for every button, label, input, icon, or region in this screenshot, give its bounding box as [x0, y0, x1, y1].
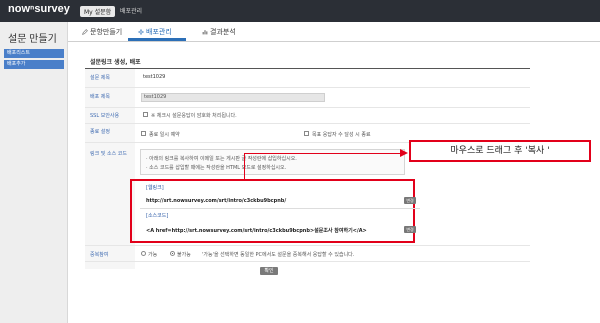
link-divider: [140, 208, 420, 209]
duplicate-help-text: '가능'을 선택하면 동일한 PC에서도 설문을 중복해서 응답할 수 있습니다…: [202, 252, 355, 258]
row-divider: [85, 261, 530, 262]
pencil-icon: [82, 29, 88, 35]
annotation-arrow-stem: [244, 153, 245, 180]
sidebar-title: 설문 만들기: [8, 34, 57, 45]
section-divider: [85, 68, 530, 69]
web-link-url[interactable]: http://srt.nowsurvey.com/srt/intro/c3ckb…: [146, 198, 286, 204]
section-title: 설문링크 생성, 배포: [90, 59, 141, 66]
duplicate-deny-radio[interactable]: [170, 251, 175, 256]
tab-label: 결과분석: [210, 28, 236, 36]
ssl-label: SSL 보안사용: [90, 113, 120, 119]
row-divider: [85, 245, 530, 246]
end-target-label: 목표 응답자 수 달성 시 종료: [312, 132, 371, 138]
duplicate-allow-label: 가능: [148, 252, 158, 258]
tab-label: 배포관리: [146, 28, 172, 36]
deploy-title-input[interactable]: test1029: [141, 93, 325, 102]
survey-title-value: test1029: [143, 74, 166, 80]
source-code-text[interactable]: <A href=http://srt.nowsurvey.com/srt/int…: [146, 227, 367, 234]
network-icon: [138, 29, 144, 35]
confirm-button[interactable]: 확인: [260, 267, 278, 275]
change-source-button[interactable]: 변경: [404, 226, 416, 233]
tab-result-analysis[interactable]: 결과분석: [202, 27, 236, 37]
row-divider: [85, 87, 530, 88]
tab-question-builder[interactable]: 문항만들기: [82, 27, 122, 37]
logo[interactable]: nowⁿsurvey: [8, 3, 70, 15]
sidebar-item-add-deploy[interactable]: 배포추가: [4, 60, 64, 69]
end-schedule-label: 종료 일시 예약: [149, 132, 180, 138]
top-nav-my-surveys[interactable]: My 설문함: [80, 6, 116, 17]
survey-title-label: 설문 제목: [90, 75, 110, 81]
annotation-callout: 마우스로 드래그 후 '복사 ': [409, 140, 591, 162]
change-link-button[interactable]: 변경: [404, 197, 416, 204]
duplicate-label: 중복참여: [90, 252, 109, 258]
notice-line-2: · 소스 코드를 삽입할 때에는 작성란을 HTML 모드로 설정하십시오.: [146, 165, 287, 171]
ssl-checkbox[interactable]: [143, 112, 148, 117]
active-tab-indicator: [128, 38, 186, 41]
annotation-arrow-line: [244, 153, 404, 154]
chart-icon: [202, 30, 208, 35]
sidebar-item-deploy-list[interactable]: 배포리스트: [4, 49, 64, 58]
end-settings-label: 종료 설정: [90, 129, 110, 135]
sidebar: 설문 만들기 배포리스트 배포추가: [0, 22, 68, 323]
link-source-label: 링크 및 소스 코드: [90, 151, 127, 157]
annotation-arrow-head: [400, 149, 408, 157]
end-target-checkbox[interactable]: [304, 131, 309, 136]
deploy-title-label: 배포 제목: [90, 94, 110, 100]
row-divider: [85, 123, 530, 124]
notice-line-1: · 아래의 링크를 복사하여 이메일 또는 게시판 글 작성란에 삽입하십시오.: [146, 156, 297, 162]
top-nav-deploy[interactable]: 배포관리: [120, 6, 142, 15]
tab-label: 문항만들기: [90, 28, 123, 36]
ssl-help-text: ※ 체크시 설문응답이 암호화 처리됩니다.: [151, 113, 237, 119]
row-divider: [85, 107, 530, 108]
end-schedule-checkbox[interactable]: [141, 131, 146, 136]
top-bar: nowⁿsurvey My 설문함 배포관리: [0, 0, 600, 22]
duplicate-allow-radio[interactable]: [141, 251, 146, 256]
tab-deploy-manage[interactable]: 배포관리: [138, 27, 172, 37]
source-code-heading: [소스코드]: [146, 213, 169, 219]
web-link-heading: [웹링크]: [146, 185, 164, 191]
duplicate-deny-label: 불가능: [177, 252, 191, 258]
